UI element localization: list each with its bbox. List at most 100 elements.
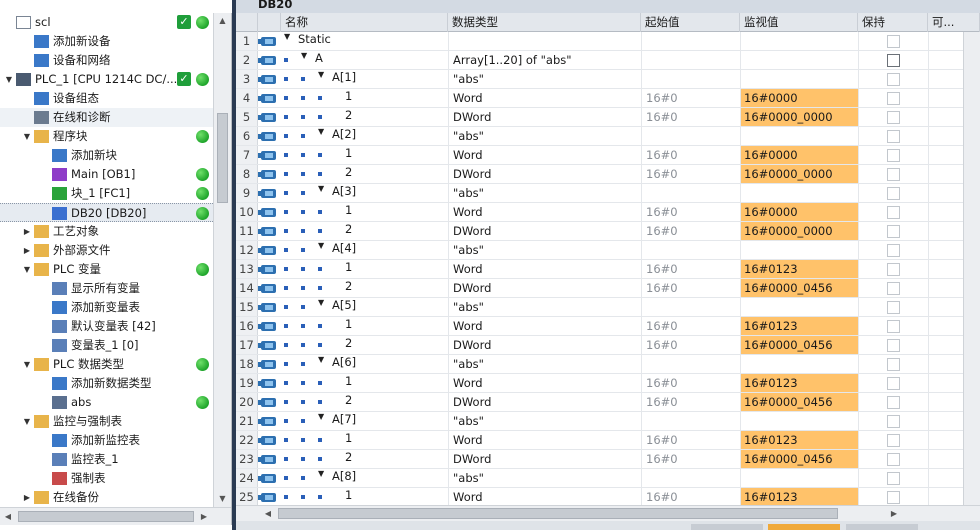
var-name[interactable]: 1 — [345, 146, 352, 160]
var-name[interactable]: 2 — [345, 450, 352, 464]
table-row[interactable]: 14 2 DWord 16#0 16#0000_0456 — [236, 279, 980, 298]
collapse-arrow-icon[interactable]: ▼ — [22, 260, 32, 279]
retain-checkbox[interactable] — [887, 149, 900, 162]
table-row[interactable]: 8 2 DWord 16#0 16#0000_0000 — [236, 165, 980, 184]
tree-item[interactable]: 添加新数据类型 — [0, 374, 213, 393]
var-data-type[interactable]: DWord — [448, 279, 641, 297]
table-horizontal-scrollbar[interactable]: ◀ ▶ — [236, 505, 980, 521]
collapse-arrow-icon[interactable]: ▼ — [318, 355, 324, 364]
header-type[interactable]: 数据类型 — [448, 13, 641, 32]
table-row[interactable]: 16 1 Word 16#0 16#0123 — [236, 317, 980, 336]
retain-checkbox[interactable] — [887, 111, 900, 124]
var-name[interactable]: 1 — [345, 203, 352, 217]
var-data-type[interactable]: DWord — [448, 108, 641, 126]
var-start-value[interactable]: 16#0 — [641, 374, 740, 392]
var-name[interactable]: 2 — [345, 222, 352, 236]
table-row[interactable]: 2 ▼ A Array[1..20] of "abs" — [236, 51, 980, 70]
var-start-value[interactable]: 16#0 — [641, 488, 740, 505]
var-data-type[interactable]: DWord — [448, 450, 641, 468]
collapse-arrow-icon[interactable]: ▼ — [318, 70, 324, 79]
header-start[interactable]: 起始值 — [641, 13, 740, 32]
retain-checkbox[interactable] — [887, 206, 900, 219]
retain-checkbox[interactable] — [887, 415, 900, 428]
var-data-type[interactable]: Array[1..20] of "abs" — [448, 51, 641, 69]
retain-checkbox[interactable] — [887, 434, 900, 447]
var-start-value[interactable]: 16#0 — [641, 89, 740, 107]
retain-checkbox[interactable] — [887, 187, 900, 200]
table-row[interactable]: 19 1 Word 16#0 16#0123 — [236, 374, 980, 393]
retain-checkbox[interactable] — [887, 130, 900, 143]
table-row[interactable]: 15 ▼ A[5] "abs" — [236, 298, 980, 317]
tree-item[interactable]: abs — [0, 393, 213, 412]
var-data-type[interactable]: Word — [448, 374, 641, 392]
var-name[interactable]: 2 — [345, 336, 352, 350]
var-data-type[interactable]: Word — [448, 260, 641, 278]
var-data-type[interactable]: "abs" — [448, 184, 641, 202]
tree-item[interactable]: ▼ PLC 数据类型 — [0, 355, 213, 374]
var-start-value[interactable]: 16#0 — [641, 279, 740, 297]
retain-checkbox[interactable] — [887, 377, 900, 390]
var-data-type[interactable]: "abs" — [448, 469, 641, 487]
var-name[interactable]: Static — [298, 32, 331, 46]
var-name[interactable]: 1 — [345, 431, 352, 445]
table-row[interactable]: 9 ▼ A[3] "abs" — [236, 184, 980, 203]
retain-checkbox[interactable] — [887, 453, 900, 466]
var-name[interactable]: A — [315, 51, 323, 65]
var-start-value[interactable] — [641, 127, 740, 145]
table-row[interactable]: 23 2 DWord 16#0 16#0000_0456 — [236, 450, 980, 469]
var-start-value[interactable]: 16#0 — [641, 203, 740, 221]
table-row[interactable]: 4 1 Word 16#0 16#0000 — [236, 89, 980, 108]
var-name[interactable]: 2 — [345, 279, 352, 293]
scroll-right-icon[interactable]: ▶ — [196, 508, 212, 525]
retain-checkbox[interactable] — [887, 301, 900, 314]
collapse-arrow-icon[interactable]: ▼ — [284, 32, 290, 41]
tree-item[interactable]: 添加新设备 — [0, 32, 213, 51]
var-name[interactable]: 2 — [345, 393, 352, 407]
collapse-arrow-icon[interactable]: ▼ — [22, 412, 32, 431]
scroll-left-icon[interactable]: ◀ — [260, 506, 276, 521]
var-start-value[interactable]: 16#0 — [641, 431, 740, 449]
tree-item[interactable]: ▼ PLC 变量 — [0, 260, 213, 279]
tree-scroll-thumb[interactable] — [217, 113, 228, 203]
table-row[interactable]: 21 ▼ A[7] "abs" — [236, 412, 980, 431]
var-start-value[interactable] — [641, 298, 740, 316]
tree-item[interactable]: ▶ 在线备份 — [0, 488, 213, 507]
expand-arrow-icon[interactable]: ▶ — [22, 488, 32, 507]
collapse-arrow-icon[interactable]: ▼ — [318, 469, 324, 478]
var-name[interactable]: 1 — [345, 260, 352, 274]
var-start-value[interactable] — [641, 469, 740, 487]
scroll-down-icon[interactable]: ▼ — [214, 491, 231, 507]
tree-item[interactable]: 块_1 [FC1] — [0, 184, 213, 203]
var-name[interactable]: 1 — [345, 89, 352, 103]
var-start-value[interactable]: 16#0 — [641, 450, 740, 468]
var-data-type[interactable]: DWord — [448, 393, 641, 411]
tree-item[interactable]: DB20 [DB20] — [0, 203, 213, 222]
retain-checkbox[interactable] — [887, 92, 900, 105]
tree-horizontal-scrollbar[interactable]: ◀ ▶ — [0, 507, 231, 525]
table-row[interactable]: 20 2 DWord 16#0 16#0000_0456 — [236, 393, 980, 412]
var-data-type[interactable] — [448, 32, 641, 50]
table-row[interactable]: 25 1 Word 16#0 16#0123 — [236, 488, 980, 505]
tree-item[interactable]: 设备组态 — [0, 89, 213, 108]
table-hscroll-thumb[interactable] — [278, 508, 838, 519]
scroll-up-icon[interactable]: ▲ — [214, 13, 231, 29]
retain-checkbox[interactable] — [887, 282, 900, 295]
var-start-value[interactable]: 16#0 — [641, 108, 740, 126]
bottom-tab[interactable] — [846, 524, 918, 530]
var-data-type[interactable]: DWord — [448, 165, 641, 183]
var-data-type[interactable]: Word — [448, 488, 641, 505]
retain-checkbox[interactable] — [887, 320, 900, 333]
table-row[interactable]: 7 1 Word 16#0 16#0000 — [236, 146, 980, 165]
tree-item[interactable]: scl ✓ — [0, 13, 213, 32]
tree-item[interactable]: Main [OB1] — [0, 165, 213, 184]
table-row[interactable]: 13 1 Word 16#0 16#0123 — [236, 260, 980, 279]
var-data-type[interactable]: "abs" — [448, 298, 641, 316]
table-row[interactable]: 18 ▼ A[6] "abs" — [236, 355, 980, 374]
scroll-left-icon[interactable]: ◀ — [0, 508, 16, 525]
retain-checkbox[interactable] — [887, 225, 900, 238]
var-data-type[interactable]: "abs" — [448, 127, 641, 145]
tree-item[interactable]: 强制表 — [0, 469, 213, 488]
var-start-value[interactable]: 16#0 — [641, 146, 740, 164]
header-retain[interactable]: 保持 — [858, 13, 928, 32]
var-data-type[interactable]: "abs" — [448, 70, 641, 88]
